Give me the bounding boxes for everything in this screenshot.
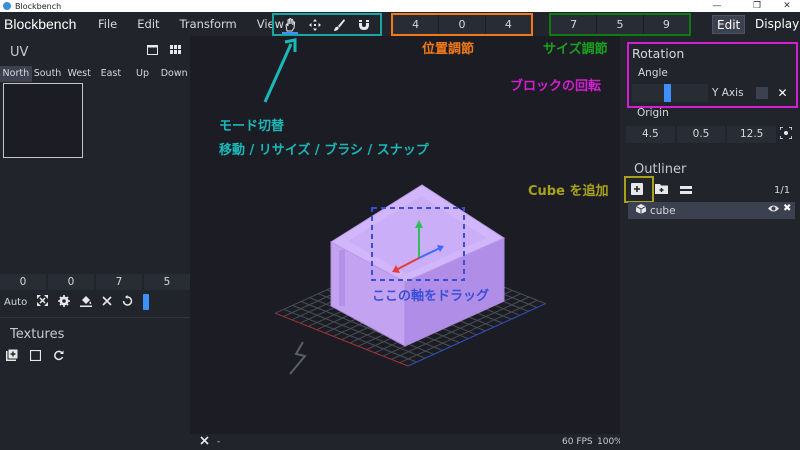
annotation-rotation: ブロックの回転	[510, 79, 602, 94]
cube-model	[330, 184, 506, 347]
status-text: -	[217, 437, 221, 447]
visibility-eye-icon[interactable]	[768, 204, 779, 216]
uv-x-input[interactable]: 0	[0, 274, 46, 290]
uv-editor-canvas[interactable]	[3, 83, 83, 158]
add-group-icon[interactable]	[655, 183, 668, 197]
annotation-size: サイズ調節	[543, 42, 608, 57]
textures-panel-title: Textures	[10, 327, 65, 342]
fps-counter: 60 FPS	[562, 437, 593, 447]
tab-north[interactable]: North	[0, 66, 32, 82]
center-origin-icon[interactable]	[779, 126, 793, 142]
uv-width-input[interactable]: 7	[96, 274, 142, 290]
paint-bucket-icon[interactable]	[80, 295, 93, 310]
tab-west[interactable]: West	[63, 66, 95, 82]
status-bar: - 60 FPS 100%	[190, 434, 623, 450]
uv-rotation-slider[interactable]	[143, 294, 150, 310]
outliner-toolbar	[626, 180, 796, 200]
window-titlebar: Blockbench — ❐ ✕	[0, 0, 800, 12]
fullscreen-icon[interactable]	[37, 295, 49, 309]
collapse-icon[interactable]	[680, 184, 692, 197]
clear-icon[interactable]	[102, 295, 112, 309]
maximize-icon[interactable]	[147, 45, 158, 58]
rescale-checkbox[interactable]	[755, 87, 768, 99]
delete-item-icon[interactable]: ✖	[783, 203, 791, 214]
app-brand: Blockbench	[4, 16, 77, 32]
edit-mode-tab[interactable]: Edit	[712, 15, 746, 34]
annotation-add-cube: Cube を追加	[528, 184, 609, 199]
size-z-input[interactable]: 9	[643, 15, 689, 34]
panel-divider	[0, 317, 190, 318]
window-title: Blockbench	[15, 1, 62, 11]
size-y-input[interactable]: 5	[597, 15, 644, 34]
new-texture-icon[interactable]	[29, 349, 42, 364]
uv-toolbar: Auto	[0, 292, 190, 312]
angle-row: Y Axis ✕	[632, 84, 794, 102]
rotate-icon[interactable]	[122, 295, 133, 309]
rotation-panel-title: Rotation	[632, 46, 685, 61]
uv-values: 0 0 7 5	[0, 274, 190, 290]
size-x-input[interactable]: 7	[551, 15, 598, 34]
angle-label: Angle	[638, 67, 668, 79]
blockbench-app-icon	[3, 2, 11, 10]
menu-edit[interactable]: Edit	[137, 17, 159, 31]
axis-select[interactable]: Y Axis	[712, 87, 744, 99]
annotation-mode-switch: モード切替	[219, 119, 285, 134]
restore-button[interactable]: ❐	[746, 0, 768, 12]
uv-y-input[interactable]: 0	[48, 274, 94, 290]
origin-y-input[interactable]: 0.5	[676, 126, 726, 143]
left-sidebar: UV North South West East Up Down 0 0 7 5…	[0, 36, 190, 450]
menu-file[interactable]: File	[98, 17, 117, 31]
brush-icon[interactable]	[329, 16, 349, 34]
menu-transform[interactable]: Transform	[180, 17, 237, 31]
annotation-position: 位置調節	[422, 42, 475, 57]
uv-auto-button[interactable]: Auto	[4, 297, 27, 308]
origin-label: Origin	[637, 107, 669, 119]
gear-icon[interactable]	[58, 294, 71, 310]
position-z-input[interactable]: 4	[485, 15, 531, 34]
refresh-icon[interactable]	[53, 350, 64, 364]
tab-up[interactable]: Up	[127, 66, 159, 82]
close-status-icon[interactable]	[200, 436, 209, 448]
annotation-tools: 移動 / リサイズ / ブラシ / スナップ	[219, 143, 429, 158]
grid-icon[interactable]	[170, 45, 181, 58]
tab-south[interactable]: South	[32, 66, 64, 82]
annotation-drag-axis: ここの軸をドラッグ	[372, 289, 490, 304]
textures-toolbar	[6, 348, 64, 364]
angle-slider-thumb[interactable]	[664, 84, 671, 102]
outliner-item-label: cube	[650, 204, 676, 217]
north-compass	[289, 341, 307, 375]
close-window-button[interactable]: ✕	[776, 0, 798, 12]
display-mode-tab[interactable]: Display	[751, 15, 800, 34]
angle-slider[interactable]	[632, 84, 708, 102]
uv-panel-title: UV	[10, 45, 29, 60]
zoom-level: 100%	[597, 437, 623, 447]
outliner-count: 1/1	[774, 185, 791, 196]
position-y-input[interactable]: 0	[439, 15, 486, 34]
origin-z-input[interactable]: 12.5	[727, 126, 777, 143]
origin-x-input[interactable]: 4.5	[626, 126, 675, 143]
reset-rotation-icon[interactable]: ✕	[778, 86, 788, 100]
tab-down[interactable]: Down	[158, 66, 190, 82]
uv-height-input[interactable]: 5	[144, 274, 190, 290]
import-texture-icon[interactable]	[6, 348, 19, 364]
cube-icon	[635, 204, 647, 217]
add-cube-icon[interactable]	[631, 182, 643, 198]
tool-selector	[272, 13, 382, 36]
hand-move-icon[interactable]	[280, 16, 300, 34]
uv-face-tabs: North South West East Up Down	[0, 66, 190, 82]
size-inputs: 7 5 9	[549, 13, 691, 36]
move-arrows-icon[interactable]	[305, 16, 325, 34]
position-inputs: 4 0 4	[391, 13, 533, 36]
position-x-input[interactable]: 4	[393, 15, 440, 34]
outliner-panel-title: Outliner	[634, 162, 687, 177]
magnet-icon[interactable]	[354, 16, 374, 34]
annotation-arrow	[255, 38, 305, 111]
outliner-item[interactable]: cube ✖	[628, 202, 795, 219]
tab-east[interactable]: East	[95, 66, 127, 82]
origin-inputs: 4.5 0.5 12.5	[626, 126, 777, 143]
minimize-button[interactable]: —	[706, 0, 728, 12]
